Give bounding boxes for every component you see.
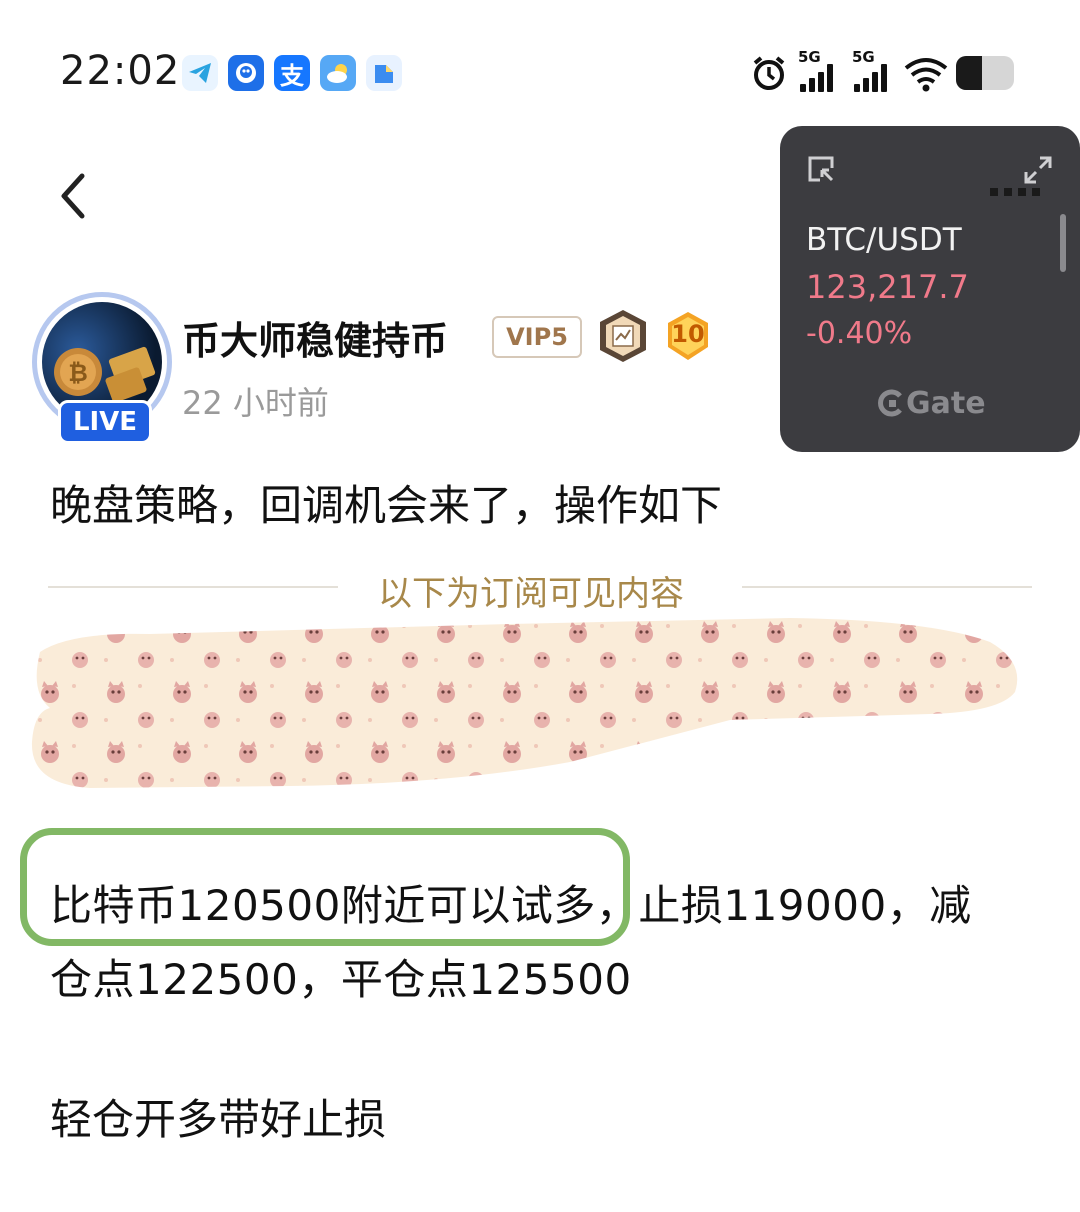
- certificate-medal-icon: [596, 308, 650, 368]
- more-options-icon[interactable]: [990, 188, 1040, 196]
- status-time: 22:02: [60, 48, 181, 94]
- divider-line-left: [48, 586, 338, 588]
- current-price: 123,217.7: [806, 268, 969, 306]
- divider-line-right: [742, 586, 1032, 588]
- weather-icon: [320, 55, 356, 91]
- wifi-icon: [904, 56, 948, 96]
- cellular-signal-1: 5G: [798, 48, 842, 92]
- chevron-left-icon: [61, 173, 85, 219]
- gate-brand: Gate: [906, 386, 986, 421]
- widget-scrollbar[interactable]: [1060, 214, 1066, 272]
- vip-badge: VIP5: [492, 316, 582, 358]
- strategy-line-2: 仓点122500，平仓点125500: [50, 955, 632, 1004]
- cloud-doc-icon: [366, 55, 402, 91]
- telegram-icon: [182, 55, 218, 91]
- level-number: 10: [671, 320, 705, 348]
- strategy-entry-highlighted: 比特币120500附近可以试多: [50, 881, 596, 930]
- baidu-disk-icon: [228, 55, 264, 91]
- battery-icon: [956, 56, 1014, 90]
- gate-logo-icon: [878, 388, 904, 422]
- post-headline: 晚盘策略，回调机会来了，操作如下: [50, 481, 723, 530]
- subscriber-divider-label: 以下为订阅可见内容: [378, 574, 684, 614]
- price-change: -0.40%: [806, 316, 913, 351]
- alipay-icon: 支: [274, 55, 310, 91]
- exit-window-icon[interactable]: [806, 154, 838, 190]
- back-button[interactable]: [54, 170, 94, 222]
- strategy-entry-rest: ，止损119000，减: [595, 881, 972, 930]
- trading-pair: BTC/USDT: [806, 222, 962, 258]
- author-name[interactable]: 币大师稳健持币: [182, 310, 448, 365]
- post-timestamp: 22 小时前: [182, 384, 329, 422]
- cellular-signal-2: 5G: [852, 48, 896, 92]
- svg-text:₿: ₿: [68, 359, 88, 387]
- strategy-line-1: 比特币120500附近可以试多，止损119000，减: [50, 872, 972, 933]
- alarm-icon: [750, 54, 788, 96]
- expand-icon[interactable]: [1022, 154, 1054, 190]
- redaction-overlay: [30, 612, 1020, 788]
- strategy-line-3: 轻仓开多带好止损: [50, 1095, 387, 1144]
- live-badge: LIVE: [58, 400, 152, 444]
- level-badge: 10: [664, 310, 712, 362]
